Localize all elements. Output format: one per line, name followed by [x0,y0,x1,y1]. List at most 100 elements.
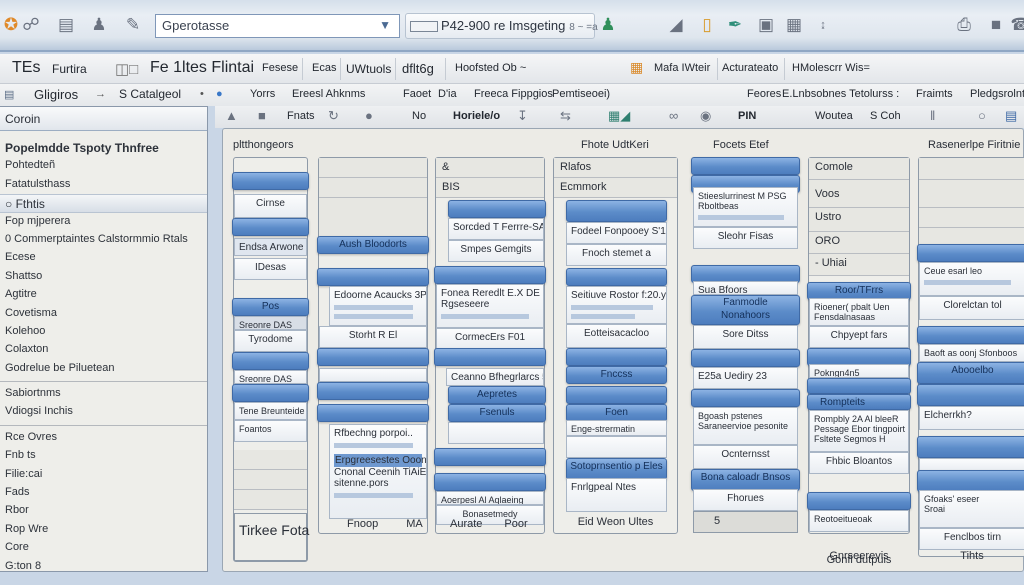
grid-icon[interactable]: ▦ [783,14,805,36]
list-row[interactable]: Comole [809,158,909,180]
column-header-bar[interactable] [917,384,1024,406]
task-card[interactable]: Sore Ditss [693,325,798,349]
toolbar-item[interactable]: No [412,110,426,122]
sidebar-item[interactable]: 0 Commerptaintes Calstormmio Rtals [0,231,207,249]
list-row[interactable]: & [436,158,544,178]
sidebar-item[interactable]: Fop mjperera [0,213,207,231]
chevron-down-icon[interactable]: ▼ [379,18,391,32]
sidebar-item[interactable]: Agtitre [0,286,207,304]
menu-item[interactable]: Pemtiseoei) [552,88,610,100]
task-card-header[interactable]: Fnccss [566,366,667,384]
circle-icon[interactable]: ○ [978,108,986,123]
task-card[interactable]: Fhorues [693,489,798,511]
task-card-header[interactable]: Rompteits [807,394,911,410]
task-card-header[interactable]: Aush Bloodorts [317,236,429,254]
link-icon[interactable]: ⇆ [560,108,571,124]
menu-item[interactable]: UWtuols [346,62,391,76]
image-icon[interactable]: ▦◢ [608,108,630,124]
menu-item[interactable]: Hoofsted Ob ~ [455,62,526,74]
menu-item[interactable]: Acturateato [722,62,778,74]
sidebar-item[interactable]: Filie:cai [0,466,207,484]
column-header-bar[interactable] [434,348,546,366]
column-header-bar[interactable] [807,492,911,510]
task-card[interactable] [448,422,544,444]
eraser-icon[interactable]: ✎ [122,14,144,36]
menu-item[interactable]: E.Lnbsobnes Tetolurss : [782,88,899,100]
task-card[interactable]: Sleohr Fisas [693,227,798,249]
menu-item[interactable]: Gligiros [34,87,78,102]
sidebar-item[interactable]: Kolehoo [0,323,207,341]
list-row[interactable]: Ecmmork [554,178,677,198]
column-header-bar[interactable] [566,386,667,404]
mic-icon[interactable]: ● [365,108,373,123]
task-card[interactable]: CormecErs F01 [436,328,544,350]
column-header-bar[interactable] [232,218,309,236]
sidebar-item[interactable]: Fnb ts [0,447,207,465]
person-icon[interactable]: ♟ [597,14,619,36]
task-card[interactable]: Fnrlgpeal Ntes [566,478,667,512]
task-card[interactable]: Fnoch stemet a [566,244,667,266]
task-card[interactable]: Tene Breunteide [234,402,307,420]
task-card[interactable]: Gfoaks' eseer Sroai [919,490,1024,528]
task-card[interactable]: Fhbic Bloantos [809,452,909,474]
column-header-bar[interactable] [566,348,667,366]
task-card[interactable]: Seitiuve Rostor f:20.y [566,286,667,324]
task-card[interactable]: Elcherrkh? [919,406,1024,430]
column-header-bar[interactable] [434,448,546,466]
folder-icon[interactable]: ■ [258,108,266,123]
column-header-bar[interactable] [691,157,800,175]
secondary-field[interactable]: P42-900 re Imsgeting 8 ~ =a [405,13,598,39]
column-header-bar[interactable] [317,404,429,422]
column-header-bar[interactable] [691,389,800,407]
task-card[interactable]: Rompbly 2A Al bleeR Pessage Ebor tingpoir… [809,410,909,452]
sidebar-item[interactable]: Fatatulsthass [0,176,207,194]
task-card[interactable]: IDesas [234,258,307,280]
task-card[interactable]: Stieeslurrinest M PSG Rboltbeas [693,187,798,227]
task-card-header[interactable]: Pos [232,298,309,316]
menu-item[interactable]: dflt6g [402,61,434,76]
column-header-bar[interactable] [917,244,1024,262]
sidebar-item[interactable]: Rce Ovres [0,429,207,447]
column-header-bar[interactable] [317,268,429,286]
bars-icon[interactable]: ‖ [930,108,935,123]
sidebar-header[interactable]: Coroin [0,107,207,131]
task-card[interactable]: Fodeel Fonpooey S'10 [566,222,667,244]
sidebar-item[interactable]: Popelmdde Tspoty Thnfree [0,139,207,157]
printer-icon[interactable]: ⎙ [953,14,975,36]
toolbar-item[interactable]: Horiele/o [453,110,500,122]
sidebar-item[interactable]: Pohtedteñ [0,157,207,175]
menu-item[interactable]: S Catalgeol [119,87,181,101]
column-header-bar[interactable] [232,384,309,402]
book-icon[interactable]: ▯ [696,14,718,36]
list-row[interactable]: ORO [809,232,909,254]
tag-icon[interactable]: ↨ [812,14,834,36]
grid-icon[interactable]: ▤ [4,88,14,101]
sidebar-item[interactable]: G:ton 8 [0,558,207,576]
list-row[interactable]: Ustro [809,208,909,232]
lock-icon[interactable]: ■ [985,14,1007,36]
task-card[interactable]: Chpyept fars [809,326,909,348]
task-card[interactable]: Smpes Gemgits [448,240,544,262]
puzzle-icon[interactable]: ✪ [0,14,22,36]
camera-icon[interactable]: ◉ [700,108,711,124]
task-card[interactable]: Rioener( pbalt Uen Fensdalnasaas [809,298,909,326]
menu-item[interactable]: Ereesl Ahknms [292,88,365,100]
task-card[interactable]: Pokngn4n5 [809,364,909,378]
download-icon[interactable]: ↧ [517,108,528,124]
chart-icon[interactable]: ◢ [665,14,687,36]
calendar-icon[interactable]: ▦ [630,59,643,76]
task-card[interactable]: Cirnse [234,194,307,218]
document-icon[interactable]: ▤ [55,14,77,36]
refresh-icon[interactable]: ↻ [328,108,339,124]
task-card[interactable]: Tyrodome [234,330,307,352]
column-header-bar[interactable] [317,382,429,400]
column-header-bar[interactable] [566,268,667,286]
column-header-bar[interactable] [434,473,546,491]
menu-item[interactable]: Ecas [312,62,336,74]
task-card[interactable]: Rfbechng porpoi.. Erpgreesestes Ooon. Cn… [329,424,427,519]
menu-item[interactable]: Mafa IWteir [654,62,710,74]
column-header-bar[interactable] [317,348,429,366]
menu-item[interactable]: D'ia [438,88,457,100]
list-icon[interactable]: ▤ [1005,108,1017,124]
menu-item[interactable]: HMolescrr Wis= [792,62,870,74]
